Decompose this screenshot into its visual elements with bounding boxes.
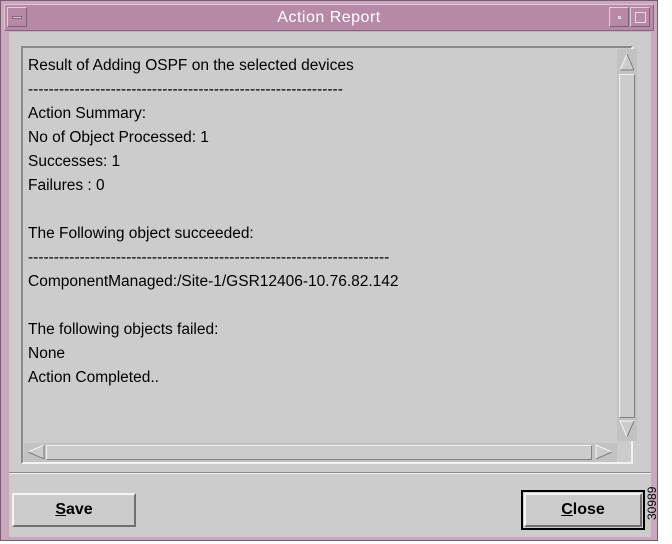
save-label-rest: ave <box>65 501 93 518</box>
report-line: Action Completed.. <box>28 369 159 386</box>
window-title: Action Report <box>277 9 381 26</box>
report-text-area[interactable]: Result of Adding OSPF on the selected de… <box>24 49 614 439</box>
button-separator <box>9 472 651 474</box>
close-label-rest: lose <box>572 501 605 518</box>
horizontal-scroll-thumb[interactable] <box>46 445 592 460</box>
scroll-right-arrow-icon[interactable] <box>594 444 614 461</box>
report-scroll-pane: Result of Adding OSPF on the selected de… <box>21 46 637 464</box>
horizontal-scrollbar[interactable] <box>24 443 617 462</box>
report-line: Failures : 0 <box>28 177 105 194</box>
scroll-down-arrow-icon[interactable] <box>619 419 635 439</box>
minimize-icon <box>618 16 621 19</box>
report-line: Action Summary: <box>28 105 147 122</box>
vertical-scrollbar[interactable] <box>617 49 637 441</box>
minimize-button[interactable] <box>609 7 629 27</box>
report-line: ----------------------------------------… <box>28 81 343 98</box>
maximize-button[interactable] <box>630 7 650 27</box>
vertical-scroll-thumb[interactable] <box>619 74 635 418</box>
save-mnemonic: S <box>55 501 66 518</box>
close-button-focus-ring: Close <box>521 490 645 530</box>
report-line: The Following object succeeded: <box>28 225 254 242</box>
report-line: Result of Adding OSPF on the selected de… <box>28 57 354 74</box>
report-line: None <box>28 345 66 362</box>
dialog-body: Result of Adding OSPF on the selected de… <box>9 32 651 537</box>
report-line: No of Object Processed: 1 <box>28 129 209 146</box>
title-bar[interactable]: Action Report <box>4 4 654 31</box>
report-line: Successes: 1 <box>28 153 121 170</box>
report-line: ComponentManaged:/Site-1/GSR12406-10.76.… <box>28 273 399 290</box>
scroll-up-arrow-icon[interactable] <box>619 52 635 72</box>
scroll-left-arrow-icon[interactable] <box>26 444 46 461</box>
action-report-window: Action Report Result of Adding OSPF on t… <box>0 0 658 541</box>
close-mnemonic: C <box>561 501 573 518</box>
figure-id: 30989 <box>645 486 659 520</box>
close-button[interactable]: Close <box>524 493 642 527</box>
report-line: The following objects failed: <box>28 321 219 338</box>
save-button[interactable]: Save <box>12 493 136 527</box>
maximize-icon <box>635 12 646 23</box>
report-line: ----------------------------------------… <box>28 249 390 266</box>
